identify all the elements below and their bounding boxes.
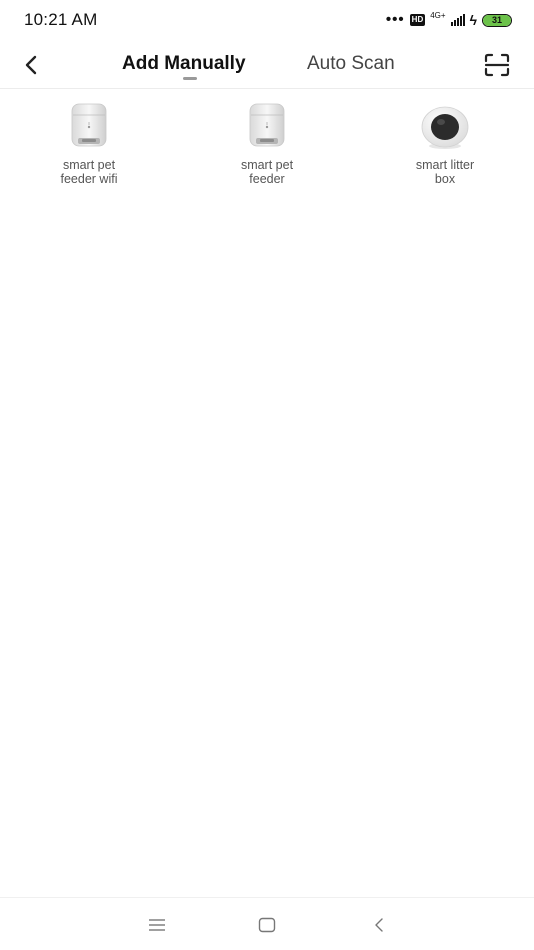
active-tab-indicator xyxy=(183,77,197,80)
device-grid: smart pet feeder wifi smart pet feeder s… xyxy=(0,100,534,186)
scan-frame-icon xyxy=(484,53,510,77)
charging-icon: ϟ xyxy=(469,12,477,28)
status-time: 10:21 AM xyxy=(24,10,98,29)
device-label-line: feeder wifi xyxy=(60,171,118,186)
device-label-line: smart pet xyxy=(62,158,116,172)
device-label-line: smart litter xyxy=(415,158,475,172)
home-icon xyxy=(258,917,276,933)
device-label-line: feeder xyxy=(249,171,285,186)
recent-apps-button[interactable] xyxy=(144,912,170,938)
system-back-button[interactable] xyxy=(366,912,392,938)
network-type-label: 4G+ xyxy=(430,11,446,20)
device-item-smart-pet-feeder-wifi[interactable]: smart pet feeder wifi xyxy=(0,100,178,186)
hd-badge: HD xyxy=(409,14,426,26)
system-nav-bar xyxy=(0,897,534,950)
battery-level: 31 xyxy=(491,15,502,25)
back-icon xyxy=(375,918,383,932)
device-item-smart-litter-box[interactable]: smart litter box xyxy=(356,100,534,186)
pet-feeder-icon xyxy=(241,100,293,152)
device-label: smart pet feeder xyxy=(222,158,312,186)
status-icons: ••• HD 4G+ ϟ 31 xyxy=(385,10,512,28)
tab-auto-scan[interactable]: Auto Scan xyxy=(307,53,395,75)
home-button[interactable] xyxy=(254,912,280,938)
chevron-left-icon xyxy=(25,55,37,75)
header: Add Manually Auto Scan xyxy=(0,40,534,89)
litter-box-icon xyxy=(419,100,471,152)
device-label: smart pet feeder wifi xyxy=(44,158,134,186)
tab-add-manually[interactable]: Add Manually xyxy=(122,53,246,75)
pet-feeder-icon xyxy=(63,100,115,152)
back-button[interactable] xyxy=(16,50,46,80)
menu-icon xyxy=(149,919,165,931)
device-item-smart-pet-feeder[interactable]: smart pet feeder xyxy=(178,100,356,186)
device-label: smart litter box xyxy=(400,158,490,186)
scan-button[interactable] xyxy=(482,50,512,80)
signal-strength-icon xyxy=(450,14,465,26)
device-label-line: smart pet xyxy=(240,158,294,172)
status-bar: 10:21 AM ••• HD 4G+ ϟ 31 xyxy=(0,0,534,40)
battery-icon: 31 xyxy=(482,13,512,27)
device-label-line: box xyxy=(434,171,456,186)
screen: 10:21 AM ••• HD 4G+ ϟ 31 Add Manually Au… xyxy=(0,0,534,950)
more-notifications-icon: ••• xyxy=(385,10,405,28)
